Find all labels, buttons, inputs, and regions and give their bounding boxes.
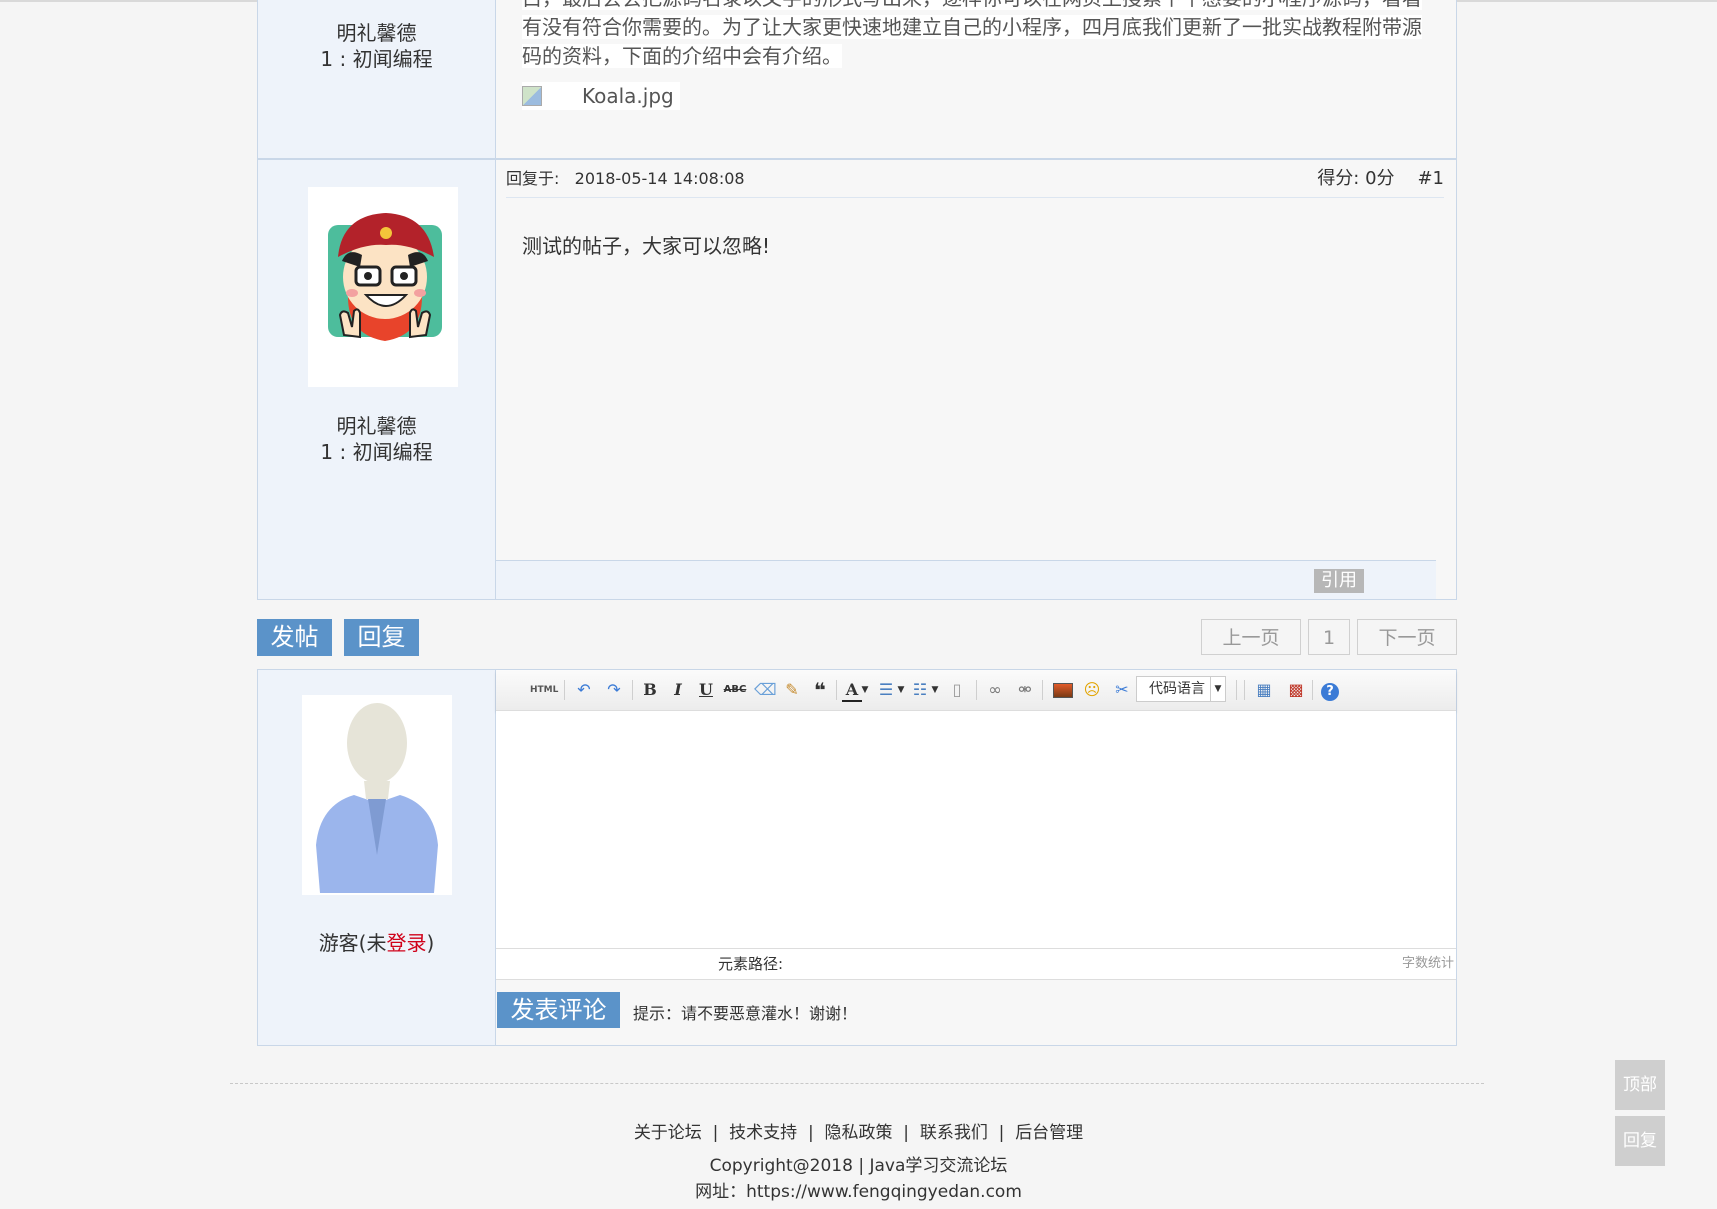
- next-page-button[interactable]: 下一页: [1357, 619, 1457, 655]
- new-post-button[interactable]: 发帖: [257, 619, 332, 656]
- quote-button[interactable]: 引用: [1314, 569, 1364, 593]
- reply-score: 得分: 0分: [1317, 168, 1395, 189]
- editor-text-area[interactable]: [496, 711, 1456, 947]
- login-link[interactable]: 登录: [387, 931, 427, 955]
- element-path-bar: 元素路径: 字数统计: [496, 948, 1456, 980]
- format-brush-icon[interactable]: ✎: [782, 680, 802, 700]
- undo-icon[interactable]: ↶: [574, 680, 594, 700]
- reply-row: 明礼馨德 1 : 初闻编程 回复于: 2018-05-14 14:08:08 得…: [257, 159, 1457, 600]
- reply-editor-row: 游客(未登录) HTML ↶ ↷ B I U ABC ⌫ ✎ ❝ A ▼ ☰ ▼…: [257, 669, 1457, 1046]
- post-text-line: 码的资料，下面的介绍中会有介绍。: [522, 44, 842, 68]
- image-icon[interactable]: [1052, 680, 1074, 700]
- toolbar-separator: [1312, 680, 1313, 700]
- unordered-list-icon[interactable]: ☷: [910, 680, 930, 700]
- unlink-icon[interactable]: ⚮: [1014, 680, 1036, 700]
- reply-footer-bar: 引用: [496, 560, 1436, 599]
- rich-text-editor: HTML ↶ ↷ B I U ABC ⌫ ✎ ❝ A ▼ ☰ ▼ ☷ ▼ ▯ ∞…: [496, 670, 1456, 1045]
- reply-time: 2018-05-14 14:08:08: [574, 169, 745, 188]
- post-text-line: 有没有符合你需要的。为了让大家更快速地建立自己的小程序，四月底我们更新了一批实战…: [522, 15, 1422, 39]
- footer-link-admin[interactable]: 后台管理: [1015, 1123, 1083, 1143]
- post-author-panel: 明礼馨德 1 : 初闻编程: [258, 0, 496, 158]
- reply-author-name[interactable]: 明礼馨德: [258, 413, 495, 439]
- reply-author-level: 1 : 初闻编程: [320, 440, 433, 464]
- guest-avatar: [302, 695, 452, 895]
- toolbar-separator: [836, 680, 837, 700]
- reply-author-panel: 明礼馨德 1 : 初闻编程: [258, 160, 496, 599]
- default-user-icon: [316, 703, 438, 893]
- footer-link-about[interactable]: 关于论坛: [634, 1123, 702, 1143]
- reply-meta: 回复于: 2018-05-14 14:08:08 得分: 0分 #1: [506, 160, 1444, 198]
- strikethrough-button[interactable]: ABC: [722, 680, 748, 700]
- post-row-main: 明礼馨德 1 : 初闻编程 白，最后会会把源码名录以文字的形式写出来，逐样你可以…: [257, 0, 1457, 159]
- post-text-line: 白，最后会会把源码名录以文字的形式写出来，逐样你可以在网页上搜索下午感要的小程序…: [522, 0, 1422, 13]
- editor-toolbar: HTML ↶ ↷ B I U ABC ⌫ ✎ ❝ A ▼ ☰ ▼ ☷ ▼ ▯ ∞…: [496, 670, 1456, 711]
- chevron-down-icon[interactable]: ▼: [896, 680, 906, 700]
- post-author-level: 1 : 初闻编程: [320, 47, 433, 71]
- toolbar-separator: [632, 680, 633, 700]
- italic-button[interactable]: I: [668, 680, 688, 700]
- redo-icon[interactable]: ↷: [604, 680, 624, 700]
- insert-table-icon[interactable]: ▦: [1254, 680, 1274, 700]
- broken-image-icon: [522, 86, 542, 106]
- submit-hint: 提示：请不要恶意灌水！谢谢！: [633, 1004, 858, 1023]
- chevron-down-icon: ▼: [1210, 677, 1225, 701]
- side-reply-button[interactable]: 回复: [1615, 1116, 1665, 1166]
- reply-button[interactable]: 回复: [344, 619, 419, 656]
- submit-comment-button[interactable]: 发表评论: [497, 992, 620, 1028]
- footer-links: 关于论坛 | 技术支持 | 隐私政策 | 联系我们 | 后台管理: [633, 1123, 1084, 1143]
- reply-score-floor: 得分: 0分 #1: [1317, 160, 1444, 197]
- reply-content: 回复于: 2018-05-14 14:08:08 得分: 0分 #1 测试的帖子…: [496, 160, 1456, 599]
- footer-divider: [230, 1083, 1484, 1084]
- post-image-alt: Koala.jpg: [582, 84, 674, 108]
- bold-button[interactable]: B: [640, 680, 660, 700]
- link-icon[interactable]: ∞: [984, 680, 1006, 700]
- html-source-button[interactable]: HTML: [530, 680, 558, 700]
- reply-time-label: 回复于:: [506, 169, 560, 188]
- attachment-icon[interactable]: ✂: [1112, 680, 1132, 700]
- emoticon-icon[interactable]: ☹: [1082, 680, 1102, 700]
- element-path-label: 元素路径:: [718, 955, 784, 973]
- avatar[interactable]: [308, 187, 458, 387]
- toolbar-separator: [976, 680, 977, 700]
- toolbar-separator: [564, 680, 565, 700]
- footer-link-contact[interactable]: 联系我们: [920, 1123, 988, 1143]
- page-break-icon[interactable]: ▯: [948, 680, 966, 700]
- guest-label: 游客(未登录): [318, 931, 435, 955]
- code-language-select[interactable]: 代码语言 ▼: [1136, 676, 1226, 702]
- editor-submit-area: 发表评论 提示：请不要恶意灌水！谢谢！: [496, 980, 1456, 1045]
- ordered-list-icon[interactable]: ☰: [876, 680, 896, 700]
- reply-body: 测试的帖子，大家可以忽略!: [522, 234, 771, 258]
- toolbar-separator: [1042, 680, 1043, 700]
- blockquote-icon[interactable]: ❝: [810, 680, 830, 700]
- underline-button[interactable]: U: [696, 680, 716, 700]
- guest-panel: 游客(未登录): [258, 670, 496, 1045]
- eraser-icon[interactable]: ⌫: [754, 680, 777, 700]
- reply-floor[interactable]: #1: [1417, 168, 1444, 189]
- cartoon-avatar-icon: [328, 213, 442, 341]
- footer-link-support[interactable]: 技术支持: [729, 1123, 797, 1143]
- footer-link-privacy[interactable]: 隐私政策: [825, 1123, 893, 1143]
- toolbar-separator: [1244, 680, 1245, 700]
- toolbar-separator: [1236, 680, 1237, 700]
- delete-table-icon[interactable]: ▩: [1286, 680, 1306, 700]
- word-count-label: 字数统计: [1401, 956, 1454, 971]
- footer-copyright: Copyright@2018 | Java学习交流论坛: [709, 1156, 1008, 1176]
- help-icon[interactable]: ?: [1320, 680, 1340, 701]
- post-image-broken: Koala.jpg: [522, 82, 680, 110]
- post-author-name[interactable]: 明礼馨德: [258, 20, 495, 46]
- footer-website: 网址：https://www.fengqingyedan.com: [695, 1182, 1022, 1202]
- post-content: 白，最后会会把源码名录以文字的形式写出来，逐样你可以在网页上搜索下午感要的小程序…: [496, 0, 1456, 158]
- chevron-down-icon[interactable]: ▼: [860, 680, 870, 700]
- font-color-button[interactable]: A: [842, 680, 862, 702]
- back-to-top-button[interactable]: 顶部: [1615, 1060, 1665, 1110]
- chevron-down-icon[interactable]: ▼: [930, 680, 940, 700]
- page-number-button[interactable]: 1: [1308, 619, 1350, 655]
- prev-page-button[interactable]: 上一页: [1201, 619, 1301, 655]
